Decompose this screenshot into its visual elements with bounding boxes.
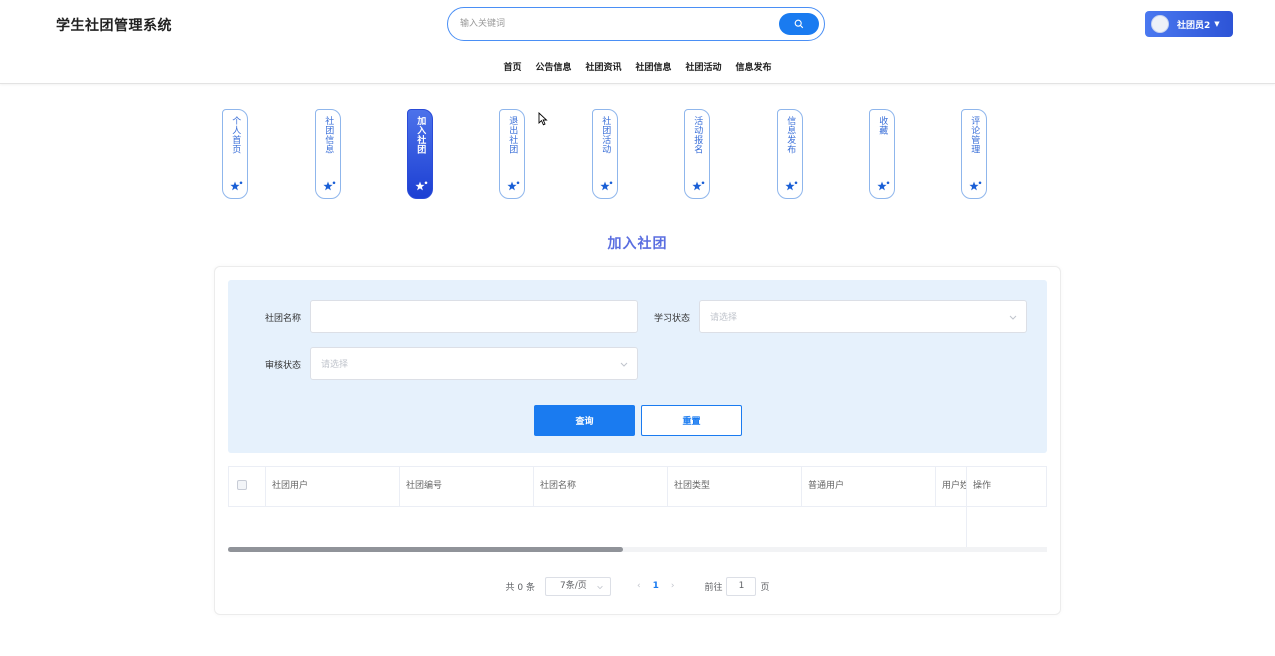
tab-label: 退出社团 bbox=[507, 116, 518, 154]
page-size-value: 7条/页 bbox=[559, 580, 587, 591]
chevron-down-icon bbox=[620, 362, 628, 367]
study-status-select[interactable] bbox=[699, 300, 1027, 333]
tab-club-info[interactable]: 社团信息 bbox=[315, 109, 341, 199]
goto-label: 前往 bbox=[704, 582, 723, 593]
search-input[interactable] bbox=[460, 16, 780, 32]
tab-label: 信息发布 bbox=[785, 116, 796, 154]
table-header: 社团用户 社团编号 社团名称 社团类型 普通用户 用户姓 操作 bbox=[228, 466, 1047, 507]
user-name: 社团员2 bbox=[1177, 20, 1211, 31]
page-size-select[interactable]: 7条/页 bbox=[544, 576, 611, 596]
main-nav: 首页 公告信息 社团资讯 社团信息 社团活动 信息发布 bbox=[0, 60, 1275, 73]
star-icon bbox=[323, 181, 336, 191]
audit-status-label: 审核状态 bbox=[265, 361, 302, 371]
query-button[interactable]: 查询 bbox=[534, 405, 635, 436]
search-icon bbox=[794, 19, 804, 29]
star-icon bbox=[692, 181, 705, 191]
select-all-checkbox[interactable] bbox=[237, 480, 247, 490]
audit-status-input[interactable] bbox=[321, 358, 615, 372]
tab-label: 收藏 bbox=[877, 116, 888, 135]
fixed-column-divider bbox=[966, 507, 967, 551]
star-icon bbox=[415, 181, 428, 191]
audit-status-select[interactable] bbox=[310, 347, 638, 380]
col-club-type[interactable]: 社团类型 bbox=[668, 467, 802, 506]
header: 学生社团管理系统 社团员2 ▼ 首页 公告信息 社团资讯 社团信息 社团活动 信… bbox=[0, 0, 1275, 84]
goto-page-input[interactable]: 1 bbox=[726, 576, 757, 596]
nav-item-club-news[interactable]: 社团资讯 bbox=[585, 60, 621, 73]
tab-label: 加入社团 bbox=[415, 116, 426, 154]
reset-button[interactable]: 重置 bbox=[641, 405, 742, 436]
app-logo: 学生社团管理系统 bbox=[56, 18, 172, 34]
nav-item-info-publish[interactable]: 信息发布 bbox=[736, 60, 772, 73]
col-user-name[interactable]: 用户姓 bbox=[936, 467, 967, 506]
horizontal-scrollbar-thumb[interactable] bbox=[228, 547, 623, 552]
star-icon bbox=[877, 181, 890, 191]
next-page-button[interactable]: › bbox=[671, 581, 675, 591]
study-status-input[interactable] bbox=[710, 311, 1004, 325]
star-icon bbox=[507, 181, 520, 191]
tab-label: 个人首页 bbox=[230, 116, 241, 154]
tab-label: 社团活动 bbox=[600, 116, 611, 154]
prev-page-button[interactable]: ‹ bbox=[637, 581, 641, 591]
caret-down-icon: ▼ bbox=[1214, 20, 1220, 28]
col-actions: 操作 bbox=[973, 481, 992, 491]
page-unit-label: 页 bbox=[760, 582, 770, 593]
tab-label: 活动报名 bbox=[692, 116, 703, 154]
app-root: 学生社团管理系统 社团员2 ▼ 首页 公告信息 社团资讯 社团信息 社团活动 信… bbox=[0, 0, 1275, 656]
tab-activity-signup[interactable]: 活动报名 bbox=[684, 109, 710, 199]
col-club-id[interactable]: 社团编号 bbox=[400, 467, 534, 506]
select-all-cell bbox=[229, 467, 266, 506]
tab-label: 社团信息 bbox=[323, 116, 334, 154]
mouse-cursor-icon bbox=[538, 112, 548, 126]
nav-item-club-activities[interactable]: 社团活动 bbox=[686, 60, 722, 73]
tab-personal-home[interactable]: 个人首页 bbox=[222, 109, 248, 199]
club-name-field[interactable] bbox=[310, 300, 638, 333]
nav-item-club-info[interactable]: 社团信息 bbox=[636, 60, 672, 73]
col-club-user[interactable]: 社团用户 bbox=[266, 467, 400, 506]
page-title: 加入社团 bbox=[607, 236, 668, 252]
tab-quit-club[interactable]: 退出社团 bbox=[499, 109, 525, 199]
club-name-label: 社团名称 bbox=[265, 314, 302, 324]
search-bar bbox=[447, 7, 825, 41]
star-icon bbox=[600, 181, 613, 191]
tab-comment-manage[interactable]: 评论管理 bbox=[961, 109, 987, 199]
col-club-name[interactable]: 社团名称 bbox=[534, 467, 668, 506]
tab-favorites[interactable]: 收藏 bbox=[869, 109, 895, 199]
pagination: 共 0 条 7条/页 ‹ 1 › 前往 1 页 bbox=[0, 576, 1275, 596]
star-icon bbox=[785, 181, 798, 191]
search-button[interactable] bbox=[779, 13, 819, 35]
star-icon bbox=[230, 181, 243, 191]
tab-info-publish[interactable]: 信息发布 bbox=[777, 109, 803, 199]
page-number-current[interactable]: 1 bbox=[653, 581, 659, 591]
nav-item-notices[interactable]: 公告信息 bbox=[535, 60, 571, 73]
tab-club-activities[interactable]: 社团活动 bbox=[592, 109, 618, 199]
chevron-down-icon bbox=[1009, 315, 1017, 320]
study-status-label: 学习状态 bbox=[654, 314, 691, 324]
total-count: 共 0 条 bbox=[505, 582, 535, 593]
col-normal-user[interactable]: 普通用户 bbox=[802, 467, 936, 506]
chevron-down-icon bbox=[597, 585, 603, 589]
user-menu-button[interactable]: 社团员2 ▼ bbox=[1145, 11, 1233, 37]
tab-join-club[interactable]: 加入社团 bbox=[407, 109, 433, 199]
star-icon bbox=[969, 181, 982, 191]
avatar bbox=[1151, 15, 1169, 33]
tab-label: 评论管理 bbox=[969, 116, 980, 154]
nav-item-home[interactable]: 首页 bbox=[503, 60, 521, 73]
club-name-input[interactable] bbox=[321, 311, 615, 325]
